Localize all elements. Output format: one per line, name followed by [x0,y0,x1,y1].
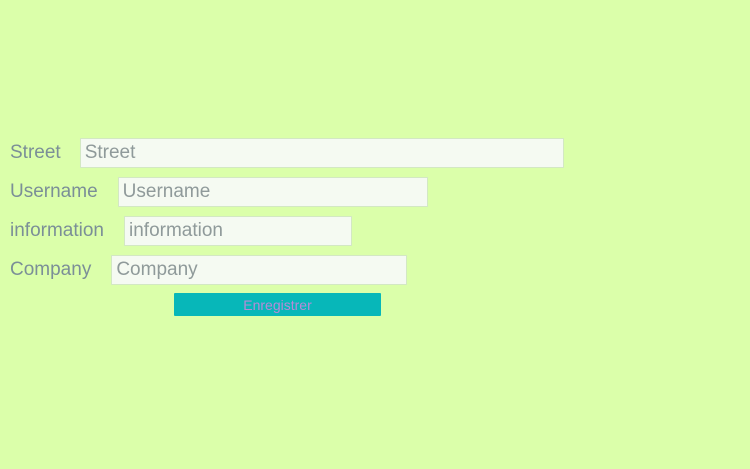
username-row: Username [10,177,428,207]
submit-button[interactable]: Enregistrer [174,293,381,316]
username-input[interactable] [117,177,428,207]
information-label: information [10,220,104,241]
street-label: Street [10,142,61,163]
street-row: Street [10,138,564,168]
company-input[interactable] [111,255,408,285]
street-input[interactable] [79,138,564,168]
information-input[interactable] [124,216,352,246]
company-row: Company [10,255,408,285]
registration-form: Street Username information Company Enre… [0,0,750,469]
username-label: Username [10,181,98,202]
information-row: information [10,216,352,246]
company-label: Company [10,259,92,280]
